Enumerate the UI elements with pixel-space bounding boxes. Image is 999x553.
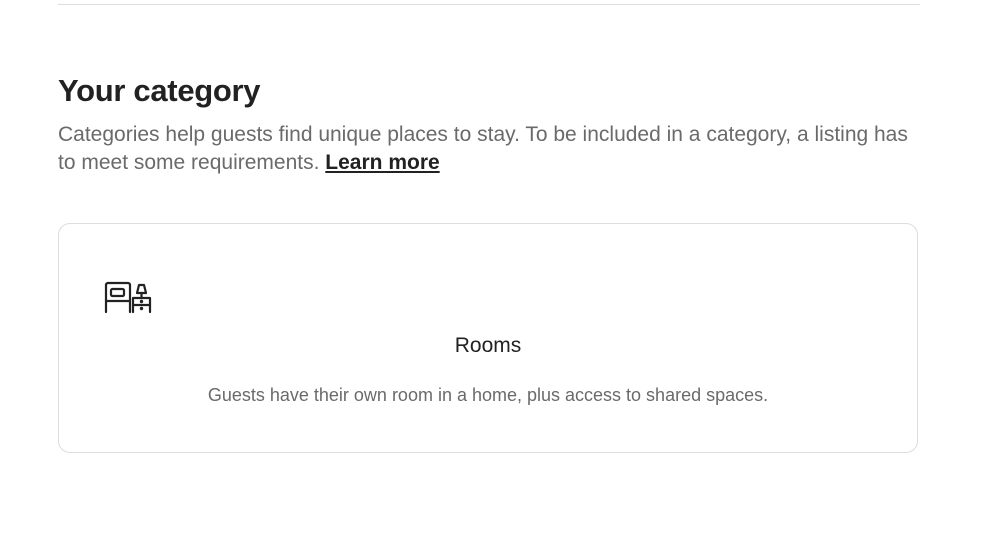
learn-more-link[interactable]: Learn more (325, 151, 439, 174)
section-description-text: Categories help guests find unique place… (58, 123, 908, 174)
category-page: Your category Categories help guests fin… (0, 0, 999, 553)
section-title: Your category (58, 73, 261, 108)
section-description: Categories help guests find unique place… (58, 121, 920, 177)
category-card-description: Guests have their own room in a home, pl… (207, 385, 769, 405)
top-divider (58, 4, 920, 5)
category-card-rooms[interactable]: Rooms Guests have their own room in a ho… (58, 223, 918, 453)
bed-with-nightstand-icon (104, 279, 152, 315)
category-card-title: Rooms (454, 334, 522, 357)
